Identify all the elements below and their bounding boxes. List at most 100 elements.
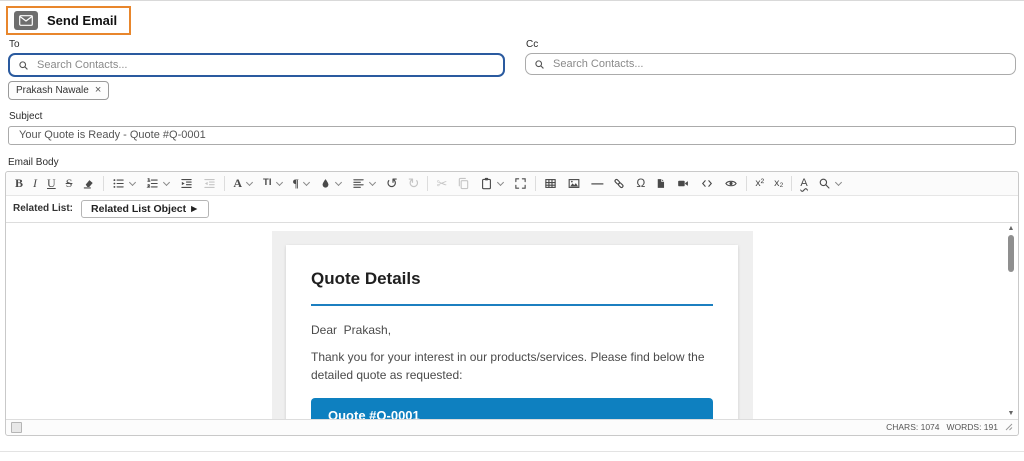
indent-icon (180, 177, 193, 190)
spell-check-icon: A (800, 178, 807, 189)
scroll-down-icon[interactable]: ▼ (1008, 409, 1015, 418)
font-color-button[interactable]: A (228, 175, 258, 191)
page-title: Send Email (47, 13, 117, 28)
clear-formatting-button[interactable] (77, 175, 100, 192)
editor-toolbar: BIUS A TI ¶ ↺ ↻ ✂ — Ωx² x₂ A (6, 172, 1018, 196)
scrollbar-thumb[interactable] (1008, 235, 1014, 272)
subscript-button[interactable]: x₂ (769, 176, 788, 191)
chevron-down-icon (163, 180, 170, 187)
quote-details-heading: Quote Details (311, 269, 713, 289)
find-replace-button[interactable] (813, 175, 847, 192)
scroll-up-icon[interactable]: ▲ (1008, 224, 1015, 233)
fullscreen-icon (514, 177, 527, 190)
cc-label: Cc (526, 39, 1016, 50)
superscript-icon: x² (755, 178, 764, 189)
send-email-header: Send Email (6, 6, 131, 35)
insert-image-icon (567, 177, 581, 190)
chevron-down-icon (303, 180, 310, 187)
editor-grip-icon (11, 422, 22, 433)
horizontal-line-icon: — (591, 177, 602, 189)
intro-paragraph: Thank you for your interest in our produ… (311, 348, 713, 385)
superscript-button[interactable]: x² (750, 176, 769, 191)
vertical-scrollbar[interactable]: ▲ ▼ (1005, 224, 1017, 418)
insert-video-icon (676, 177, 690, 190)
paragraph-format-icon: ¶ (293, 177, 299, 189)
outdent-icon (203, 177, 216, 190)
footer-actions: Cancel Send Email (0, 452, 1024, 461)
recipient-chip[interactable]: Prakash Nawale × (8, 81, 109, 100)
underline-button[interactable]: U (42, 175, 61, 191)
paragraph-format-button[interactable]: ¶ (288, 175, 315, 191)
horizontal-line-button[interactable]: — (586, 175, 607, 191)
chevron-down-icon (276, 180, 283, 187)
related-list-label: Related List: (13, 203, 73, 214)
redo-button: ↻ (403, 174, 425, 192)
resize-handle-icon[interactable] (1005, 423, 1013, 431)
highlight-color-button[interactable] (315, 175, 347, 192)
preview-button[interactable] (719, 175, 743, 192)
copy-icon (457, 177, 470, 190)
insert-table-icon (544, 177, 557, 190)
chevron-down-icon (835, 180, 842, 187)
clear-formatting-icon (82, 177, 95, 190)
copy-button (452, 175, 475, 192)
to-searchbox (8, 53, 505, 77)
text-size-button[interactable]: TI (258, 176, 287, 190)
to-search-input[interactable] (35, 58, 495, 72)
fullscreen-button[interactable] (509, 175, 532, 192)
insert-link-button[interactable] (607, 175, 631, 192)
email-preview-backdrop: Quote Details Dear Prakash, Thank you fo… (272, 231, 753, 419)
search-icon (534, 59, 545, 70)
insert-table-button[interactable] (539, 175, 562, 192)
code-view-button[interactable] (695, 175, 719, 192)
cc-search-input[interactable] (551, 57, 1007, 71)
toolbar-separator (535, 176, 536, 191)
to-label: To (9, 39, 505, 50)
ordered-list-icon (146, 177, 159, 190)
related-list-object-button[interactable]: Related List Object ► (81, 200, 209, 218)
outdent-button (198, 175, 221, 192)
unordered-list-button[interactable] (107, 175, 141, 192)
rich-text-editor: BIUS A TI ¶ ↺ ↻ ✂ — Ωx² x₂ A Related List: Related… (5, 171, 1019, 436)
special-characters-button[interactable]: Ω (631, 175, 650, 191)
preview-icon (724, 177, 738, 190)
italic-button[interactable]: I (28, 175, 42, 191)
cut-icon: ✂ (436, 177, 447, 190)
subject-input[interactable] (8, 126, 1016, 145)
send-email-window: Send Email To Prakash Nawale × Cc (0, 0, 1024, 461)
chevron-down-icon (497, 180, 504, 187)
insert-image-button[interactable] (562, 175, 586, 192)
code-view-icon (700, 177, 714, 190)
special-characters-icon: Ω (636, 177, 645, 189)
redo-icon: ↻ (408, 176, 420, 190)
insert-file-button[interactable] (650, 175, 671, 192)
insert-video-button[interactable] (671, 175, 695, 192)
find-replace-icon (818, 177, 831, 190)
toolbar-separator (791, 176, 792, 191)
paste-button[interactable] (475, 175, 509, 192)
align-button[interactable] (347, 175, 381, 192)
bold-icon: B (15, 177, 23, 189)
blue-divider (311, 304, 713, 306)
insert-file-icon (655, 177, 666, 190)
chevron-down-icon (246, 180, 253, 187)
email-body-label: Email Body (8, 157, 1016, 168)
chevron-down-icon (335, 180, 342, 187)
undo-button[interactable]: ↺ (381, 174, 403, 192)
font-color-icon: A (233, 177, 242, 189)
text-size-icon: TI (263, 178, 271, 188)
underline-icon: U (47, 177, 56, 189)
search-icon (18, 60, 29, 71)
editor-content-area[interactable]: Quote Details Dear Prakash, Thank you fo… (6, 223, 1018, 419)
spell-check-button[interactable]: A (795, 176, 812, 191)
ordered-list-button[interactable] (141, 175, 175, 192)
chevron-down-icon (369, 180, 376, 187)
strikethrough-button[interactable]: S (61, 175, 78, 191)
align-icon (352, 177, 365, 190)
email-preview-card: Quote Details Dear Prakash, Thank you fo… (286, 245, 738, 419)
bold-button[interactable]: B (10, 175, 28, 191)
remove-recipient-icon[interactable]: × (95, 85, 101, 96)
indent-button[interactable] (175, 175, 198, 192)
quote-number-banner: Quote #Q-0001 (311, 398, 713, 419)
related-list-bar: Related List: Related List Object ► (6, 196, 1018, 223)
